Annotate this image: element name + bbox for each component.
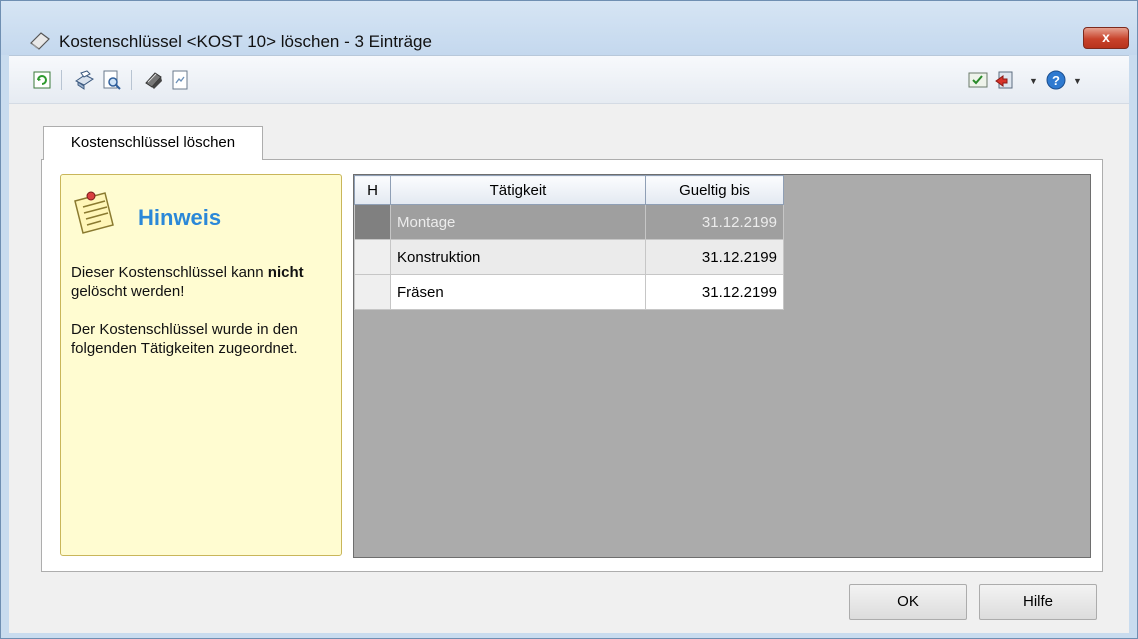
print-preview-icon[interactable]	[101, 69, 123, 91]
document-icon[interactable]	[169, 69, 191, 91]
checklist-icon[interactable]	[967, 69, 989, 91]
note-icon	[74, 191, 114, 234]
taetigkeit-cell: Konstruktion	[390, 239, 646, 275]
taetigkeit-cell: Fräsen	[390, 274, 646, 310]
hint-box: Hinweis Dieser Kostenschlüssel kann nich…	[60, 174, 342, 556]
toolbar: ▼ ? ▼	[9, 56, 1129, 104]
hint-line2: Der Kostenschlüssel wurde in den folgend…	[71, 321, 298, 357]
tab-panel: Hinweis Dieser Kostenschlüssel kann nich…	[41, 159, 1103, 572]
ok-button[interactable]: OK	[849, 584, 967, 620]
table-row[interactable]: Montage 31.12.2199	[354, 204, 784, 240]
hint-line1-bold: nicht	[267, 264, 304, 281]
hint-line1-prefix: Dieser Kostenschlüssel kann	[71, 264, 264, 281]
toolbar-separator	[61, 70, 62, 90]
toolbar-separator	[131, 70, 132, 90]
gueltig-bis-cell: 31.12.2199	[645, 239, 784, 275]
tab-kostenschluessel-loeschen[interactable]: Kostenschlüssel löschen	[43, 126, 263, 160]
dialog-client-area: ▼ ? ▼ Kostenschlüssel löschen Hinweis Di…	[9, 55, 1129, 633]
svg-text:?: ?	[1052, 73, 1060, 88]
tab-label: Kostenschlüssel löschen	[70, 134, 236, 151]
table-row[interactable]: Konstruktion 31.12.2199	[354, 239, 784, 275]
column-header-gueltig-bis[interactable]: Gueltig bis	[645, 175, 784, 205]
gueltig-bis-cell: 31.12.2199	[645, 274, 784, 310]
help-button[interactable]: Hilfe	[979, 584, 1097, 620]
window-title: Kostenschlüssel <KOST 10> löschen - 3 Ei…	[59, 32, 432, 51]
hint-line1-suffix: gelöscht werden!	[71, 283, 185, 300]
row-h-cell	[354, 239, 391, 275]
print-icon[interactable]	[73, 69, 95, 91]
title-bar[interactable]: Kostenschlüssel <KOST 10> löschen - 3 Ei…	[1, 1, 1137, 55]
close-button[interactable]: x	[1083, 27, 1129, 49]
chevron-down-icon[interactable]: ▼	[1029, 76, 1038, 86]
table-header-row: H Tätigkeit Gueltig bis	[354, 175, 784, 205]
close-icon: x	[1102, 29, 1110, 45]
eraser-icon	[30, 32, 50, 50]
column-header-taetigkeit[interactable]: Tätigkeit	[390, 175, 646, 205]
row-h-cell	[354, 204, 391, 240]
hint-message: Dieser Kostenschlüssel kann nicht gelösc…	[71, 263, 333, 377]
taetigkeit-cell: Montage	[390, 204, 646, 240]
activities-grid[interactable]: H Tätigkeit Gueltig bis Montage 31.12.21…	[353, 174, 1091, 558]
chevron-down-icon[interactable]: ▼	[1073, 76, 1082, 86]
export-icon[interactable]	[143, 69, 165, 91]
hint-title: Hinweis	[138, 205, 222, 230]
activities-table: H Tätigkeit Gueltig bis Montage 31.12.21…	[354, 175, 784, 310]
help-icon[interactable]: ?	[1045, 69, 1067, 91]
table-row[interactable]: Fräsen 31.12.2199	[354, 274, 784, 310]
refresh-icon[interactable]	[31, 69, 53, 91]
gueltig-bis-cell: 31.12.2199	[645, 204, 784, 240]
column-header-h[interactable]: H	[354, 175, 391, 205]
exit-icon[interactable]	[993, 69, 1015, 91]
dialog-window: Kostenschlüssel <KOST 10> löschen - 3 Ei…	[0, 0, 1138, 639]
row-h-cell	[354, 274, 391, 310]
